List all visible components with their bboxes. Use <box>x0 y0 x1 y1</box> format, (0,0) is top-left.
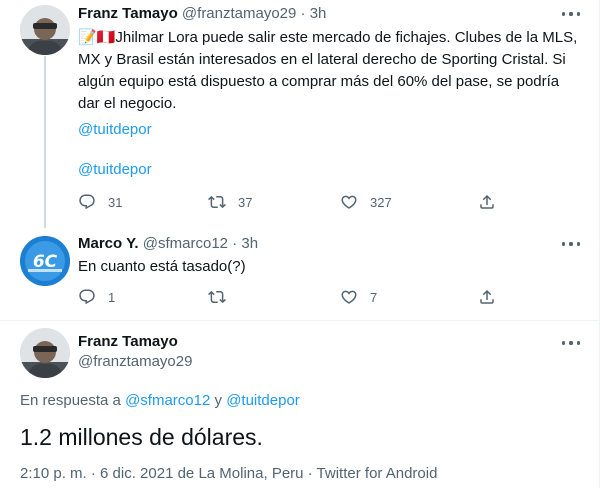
heart-icon <box>341 195 357 209</box>
heart-icon <box>341 290 357 304</box>
like-count: 7 <box>370 289 378 305</box>
avatar-franz[interactable] <box>20 5 70 55</box>
tweet-actions: 1 7 <box>78 287 498 307</box>
mention-link[interactable]: @tuitdepor <box>78 161 152 178</box>
reply-conjunction: y <box>214 392 223 409</box>
tweet-time[interactable]: 3h <box>241 235 258 252</box>
tweet-text: 📝🇵🇪Jhilmar Lora puede salir este mercado… <box>78 27 583 115</box>
tweet-text: En cuanto está tasado(?) <box>78 258 246 275</box>
avatar-franz[interactable] <box>20 328 70 378</box>
author-handle[interactable]: @franztamayo29 <box>78 353 192 370</box>
retweet-button[interactable] <box>208 287 238 307</box>
retweet-button[interactable]: 37 <box>208 192 252 212</box>
retweet-icon <box>208 195 226 209</box>
share-button[interactable] <box>478 287 496 307</box>
author-name-line: Franz Tamayo <box>78 332 178 352</box>
tweet-actions: 31 37 327 <box>78 192 498 212</box>
tweet-franz-1[interactable]: Franz Tamayo @franztamayo29 · 3h 📝🇵🇪Jhil… <box>0 0 600 228</box>
replying-to: En respuesta a @sfmarco12 y @tuitdepor <box>20 392 300 409</box>
author-handle[interactable]: @franztamayo29 <box>182 5 296 22</box>
author-handle-line: @franztamayo29 <box>78 352 192 372</box>
reply-icon <box>79 194 95 210</box>
reply-button[interactable]: 31 <box>78 192 122 212</box>
reply-user-link[interactable]: @tuitdepor <box>226 392 300 409</box>
separator-dot: · <box>232 235 238 252</box>
author-name[interactable]: Franz Tamayo <box>78 333 178 350</box>
tweet-body: Jhilmar Lora puede salir este mercado de… <box>78 29 578 112</box>
reply-icon <box>79 289 95 305</box>
retweet-icon <box>208 290 226 304</box>
thread-line <box>44 56 46 228</box>
author-name[interactable]: Franz Tamayo <box>78 5 178 22</box>
mention-line-2: @tuitdepor <box>78 159 583 181</box>
reply-count: 1 <box>108 289 116 305</box>
separator-dot: · <box>300 5 306 22</box>
more-icon[interactable] <box>562 340 580 346</box>
reply-prefix: En respuesta a <box>20 392 121 409</box>
retweet-count: 37 <box>238 194 253 210</box>
reply-user-link[interactable]: @sfmarco12 <box>125 392 210 409</box>
reply-count: 31 <box>108 194 123 210</box>
more-icon[interactable] <box>562 11 580 17</box>
share-icon <box>480 289 494 304</box>
focused-tweet-text: 1.2 millones de dólares. <box>20 424 263 450</box>
tweet-time[interactable]: 3h <box>310 5 327 22</box>
tweet-metadata[interactable]: 2:10 p. m. · 6 dic. 2021 de La Molina, P… <box>20 465 437 482</box>
like-button[interactable]: 327 <box>340 192 392 212</box>
tweet-marco[interactable]: 6C Marco Y. @sfmarco12 · 3h En cuanto es… <box>0 228 600 320</box>
share-icon <box>480 194 494 209</box>
tweet-header: Franz Tamayo @franztamayo29 · 3h <box>78 4 326 24</box>
mention-line-1: @tuitdepor <box>78 119 583 141</box>
reply-button[interactable]: 1 <box>78 287 115 307</box>
emoji-prefix: 📝🇵🇪 <box>78 29 116 46</box>
more-icon[interactable] <box>562 241 580 247</box>
author-name[interactable]: Marco Y. <box>78 235 139 252</box>
like-button[interactable]: 7 <box>340 287 377 307</box>
mention-link[interactable]: @tuitdepor <box>78 121 152 138</box>
author-handle[interactable]: @sfmarco12 <box>143 235 228 252</box>
share-button[interactable] <box>478 192 496 212</box>
avatar-marco[interactable]: 6C <box>20 236 70 286</box>
like-count: 327 <box>370 194 392 210</box>
tweet-header: Marco Y. @sfmarco12 · 3h <box>78 234 258 254</box>
